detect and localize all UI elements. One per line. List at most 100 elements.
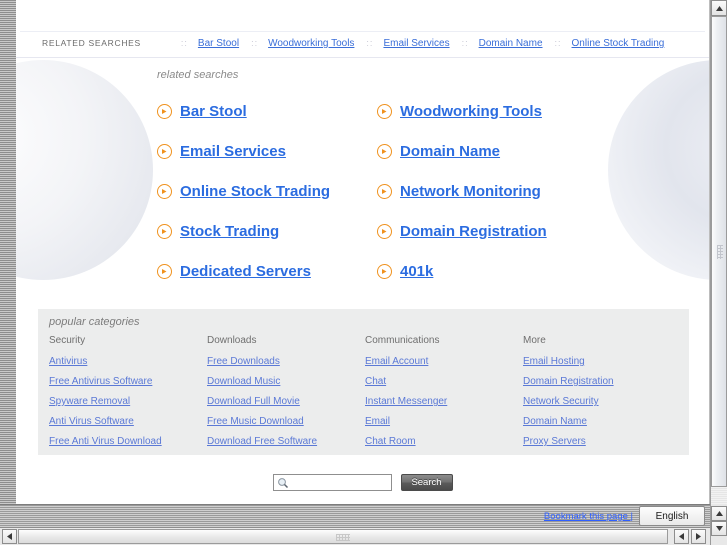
category-link[interactable]: Domain Registration <box>523 376 614 387</box>
related-search-item-online-stock-trading[interactable]: Online Stock Trading <box>157 171 377 211</box>
category-heading: Security <box>49 335 86 346</box>
orange-arrow-circle-icon <box>157 183 172 199</box>
horizontal-scrollbar-thumb[interactable] <box>18 529 668 544</box>
related-searches-grid: Bar Stool Woodworking Tools Email Servic… <box>157 91 577 291</box>
popular-categories-title: popular categories <box>49 316 140 328</box>
related-search-item-bar-stool[interactable]: Bar Stool <box>157 91 377 131</box>
vertical-scrollbar-thumb[interactable] <box>711 16 727 487</box>
related-search-item-dedicated-servers[interactable]: Dedicated Servers <box>157 251 377 291</box>
strip-link-bar-stool[interactable]: Bar Stool <box>198 38 239 49</box>
strip-link-online-stock-trading[interactable]: Online Stock Trading <box>572 38 665 49</box>
decorative-arc-right <box>608 60 709 280</box>
separator-dots: :: <box>180 38 188 48</box>
related-search-link[interactable]: Email Services <box>180 143 286 160</box>
related-search-link[interactable]: Domain Registration <box>400 223 547 240</box>
orange-arrow-circle-icon <box>377 103 392 119</box>
strip-link-woodworking-tools[interactable]: Woodworking Tools <box>268 38 354 49</box>
browser-viewport: RELATED SEARCHES :: Bar Stool :: Woodwor… <box>16 0 710 518</box>
search-field-wrapper[interactable] <box>272 474 392 491</box>
search-button[interactable]: Search <box>400 474 453 491</box>
related-search-link[interactable]: 401k <box>400 263 433 280</box>
scrollbar-grip-icon <box>336 534 350 541</box>
category-heading: Communications <box>365 335 440 346</box>
category-link[interactable]: Chat <box>365 376 386 387</box>
vertical-scrollbar-buttons[interactable] <box>710 504 727 545</box>
scroll-down-button[interactable] <box>711 521 727 536</box>
orange-arrow-circle-icon <box>157 103 172 119</box>
search-input[interactable] <box>273 475 391 490</box>
strip-link-domain-name[interactable]: Domain Name <box>479 38 543 49</box>
vertical-scrollbar[interactable] <box>710 0 727 504</box>
page-footer-bar: Bookmark this page | English <box>0 504 727 527</box>
scroll-left-arrow-icon <box>679 533 684 540</box>
search-row: Search <box>16 474 709 491</box>
category-link[interactable]: Download Full Movie <box>207 396 300 407</box>
related-search-item-401k[interactable]: 401k <box>377 251 577 291</box>
category-column-communications: Communications Email Account Chat Instan… <box>365 335 523 456</box>
orange-arrow-circle-icon <box>157 263 172 279</box>
category-column-downloads: Downloads Free Downloads Download Music … <box>207 335 365 456</box>
scroll-down-arrow-icon <box>715 526 723 531</box>
related-search-item-network-monitoring[interactable]: Network Monitoring <box>377 171 577 211</box>
scroll-up-button-secondary[interactable] <box>711 506 727 521</box>
category-link[interactable]: Email Hosting <box>523 356 585 367</box>
decorative-arc-left <box>16 60 153 280</box>
related-search-link[interactable]: Network Monitoring <box>400 183 541 200</box>
category-link[interactable]: Email Account <box>365 356 428 367</box>
related-search-item-domain-registration[interactable]: Domain Registration <box>377 211 577 251</box>
category-link[interactable]: Free Antivirus Software <box>49 376 152 387</box>
orange-arrow-circle-icon <box>377 263 392 279</box>
related-search-item-domain-name[interactable]: Domain Name <box>377 131 577 171</box>
related-searches-strip-inner: RELATED SEARCHES :: Bar Stool :: Woodwor… <box>42 38 699 49</box>
category-link[interactable]: Download Music <box>207 376 280 387</box>
related-search-item-woodworking-tools[interactable]: Woodworking Tools <box>377 91 577 131</box>
category-link[interactable]: Instant Messenger <box>365 396 447 407</box>
scroll-left-button[interactable] <box>2 529 17 544</box>
language-selector[interactable]: English <box>639 506 705 526</box>
category-link[interactable]: Free Anti Virus Download <box>49 436 162 447</box>
web-page: RELATED SEARCHES :: Bar Stool :: Woodwor… <box>16 0 709 517</box>
category-link[interactable]: Antivirus <box>49 356 87 367</box>
related-search-item-stock-trading[interactable]: Stock Trading <box>157 211 377 251</box>
separator-dots: :: <box>554 38 562 48</box>
scroll-right-button[interactable] <box>691 529 706 544</box>
vertical-scrollbar-track[interactable] <box>711 16 727 504</box>
category-link[interactable]: Proxy Servers <box>523 436 586 447</box>
category-heading: More <box>523 335 546 346</box>
separator-dots: :: <box>366 38 374 48</box>
related-search-item-email-services[interactable]: Email Services <box>157 131 377 171</box>
related-search-link[interactable]: Bar Stool <box>180 103 247 120</box>
related-search-link[interactable]: Dedicated Servers <box>180 263 311 280</box>
category-heading: Downloads <box>207 335 257 346</box>
strip-link-email-services[interactable]: Email Services <box>383 38 449 49</box>
related-search-link[interactable]: Stock Trading <box>180 223 279 240</box>
related-search-link[interactable]: Online Stock Trading <box>180 183 330 200</box>
related-search-link[interactable]: Domain Name <box>400 143 500 160</box>
separator-dots: :: <box>461 38 469 48</box>
category-link[interactable]: Chat Room <box>365 436 416 447</box>
category-link[interactable]: Free Music Download <box>207 416 304 427</box>
horizontal-scrollbar-track[interactable] <box>18 529 668 544</box>
related-searches-strip-label: RELATED SEARCHES <box>42 38 141 48</box>
scroll-left-arrow-icon <box>7 533 12 540</box>
category-link[interactable]: Email <box>365 416 390 427</box>
bookmark-this-page-link[interactable]: Bookmark this page | <box>544 511 633 522</box>
popular-categories-columns: Security Antivirus Free Antivirus Softwa… <box>49 335 681 456</box>
category-link[interactable]: Download Free Software <box>207 436 317 447</box>
category-link[interactable]: Anti Virus Software <box>49 416 134 427</box>
scroll-left-button-secondary[interactable] <box>674 529 689 544</box>
related-searches-strip: RELATED SEARCHES :: Bar Stool :: Woodwor… <box>16 0 709 58</box>
category-column-security: Security Antivirus Free Antivirus Softwa… <box>49 335 207 456</box>
related-search-link[interactable]: Woodworking Tools <box>400 103 542 120</box>
scroll-up-arrow-icon <box>715 5 723 11</box>
scroll-up-button[interactable] <box>711 0 727 16</box>
category-link[interactable]: Network Security <box>523 396 599 407</box>
separator-dots: :: <box>251 38 259 48</box>
horizontal-scrollbar[interactable] <box>0 527 710 545</box>
category-link[interactable]: Domain Name <box>523 416 587 427</box>
category-link[interactable]: Spyware Removal <box>49 396 130 407</box>
category-link[interactable]: Free Downloads <box>207 356 280 367</box>
category-column-more: More Email Hosting Domain Registration N… <box>523 335 681 456</box>
orange-arrow-circle-icon <box>377 223 392 239</box>
scroll-up-arrow-icon <box>715 511 723 516</box>
